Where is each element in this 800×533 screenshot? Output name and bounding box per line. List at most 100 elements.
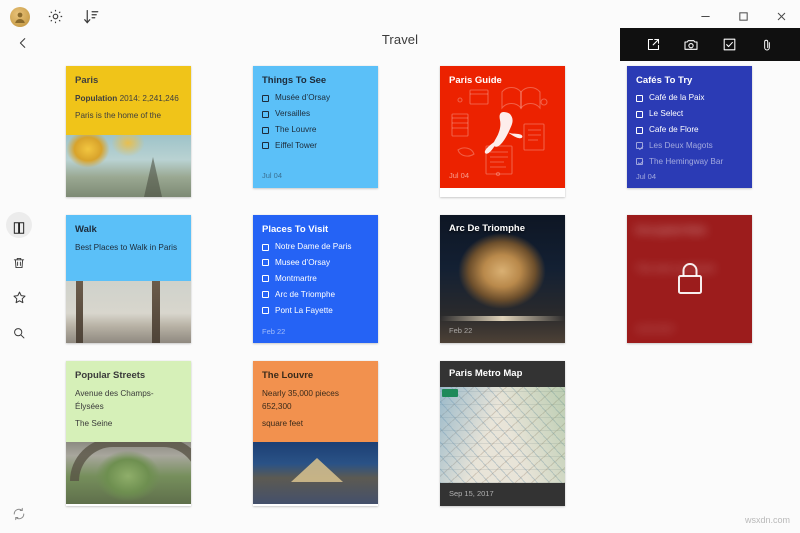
checklist-item[interactable]: Musée d’Orsay <box>262 93 369 103</box>
checkbox-icon[interactable] <box>262 95 269 102</box>
checklist-item[interactable]: Montmartre <box>262 274 369 284</box>
note-card-things-to-see[interactable]: Things To See Musée d’Orsay Versailles T… <box>253 66 378 188</box>
checklist-label: Pont La Fayette <box>275 306 333 316</box>
note-card-header: Things To See Musée d’Orsay Versailles T… <box>253 66 378 165</box>
note-card-header: Popular Streets Avenue des Champs-Élysée… <box>66 361 191 443</box>
note-line-bold: Population <box>75 94 117 103</box>
sidebar-item-search[interactable] <box>0 315 38 350</box>
checkbox-checked-icon[interactable] <box>636 142 643 149</box>
sidebar-item-favorites[interactable] <box>0 280 38 315</box>
note-date: Jul 04 <box>449 171 469 180</box>
note-card-locked[interactable]: Encrypted Note This note is protected Ju… <box>627 215 752 343</box>
title-bar-left-tools <box>0 6 102 28</box>
checklist-item[interactable]: Cafe de Flore <box>636 125 743 135</box>
note-title: Cafés To Try <box>636 75 743 86</box>
notebook-icon <box>12 221 26 235</box>
checklist-label: The Louvre <box>275 125 316 135</box>
checklist-label: Arc de Triomphe <box>275 290 335 300</box>
checkbox-icon[interactable] <box>262 275 269 282</box>
checklist-item[interactable]: Les Deux Magots <box>636 141 743 151</box>
note-line: The Seine <box>75 418 182 431</box>
checklist-note-button[interactable] <box>716 32 742 58</box>
checklist-item[interactable]: Versailles <box>262 109 369 119</box>
note-card-header: Paris Population 2014: 2,241,246 Paris i… <box>66 66 191 135</box>
note-line: Avenue des Champs-Élysées <box>75 388 182 413</box>
note-card-header: The Louvre Nearly 35,000 pieces 652,300 … <box>253 361 378 443</box>
sidebar-item-notebooks[interactable] <box>0 210 38 245</box>
checkbox-icon[interactable] <box>636 95 643 102</box>
gear-icon[interactable] <box>44 6 66 28</box>
note-title: Popular Streets <box>75 370 182 381</box>
note-card-the-louvre[interactable]: The Louvre Nearly 35,000 pieces 652,300 … <box>253 361 378 506</box>
star-icon <box>12 290 27 305</box>
note-title: Places To Visit <box>262 224 369 235</box>
note-card-header: Paris Metro Map <box>440 361 565 387</box>
note-card-cafes-to-try[interactable]: Cafés To Try Café de la Paix Le Select C… <box>627 66 752 188</box>
note-title: Paris Guide <box>449 75 556 86</box>
checklist-item[interactable]: Arc de Triomphe <box>262 290 369 300</box>
note-card-places-to-visit[interactable]: Places To Visit Notre Dame de Paris Muse… <box>253 215 378 343</box>
checklist-label: Les Deux Magots <box>649 141 713 151</box>
note-card-header: Walk Best Places to Walk in Paris <box>66 215 191 281</box>
note-title: Paris <box>75 75 182 86</box>
search-icon <box>12 326 26 340</box>
note-card-header: Places To Visit Notre Dame de Paris Muse… <box>253 215 378 330</box>
checklist-label: Café de la Paix <box>649 93 705 103</box>
checkbox-icon <box>722 37 737 52</box>
checkbox-checked-icon[interactable] <box>636 158 643 165</box>
sync-button[interactable] <box>0 507 38 521</box>
checkbox-icon[interactable] <box>262 307 269 314</box>
note-title: Arc De Triomphe <box>449 223 525 234</box>
note-card-paris-guide[interactable]: Paris Guide Jul 04 <box>440 66 565 197</box>
sub-header: Travel <box>0 28 800 60</box>
checkbox-icon[interactable] <box>262 127 269 134</box>
note-line: Best Places to Walk in Paris <box>75 242 182 255</box>
checklist-label: Versailles <box>275 109 310 119</box>
checkbox-icon[interactable] <box>262 142 269 149</box>
checklist-label: Notre Dame de Paris <box>275 242 351 252</box>
rail-items <box>0 210 38 350</box>
note-photo-paris-street-cafe <box>66 281 191 343</box>
checklist-item[interactable]: Pont La Fayette <box>262 306 369 316</box>
edit-icon <box>646 37 661 52</box>
checkbox-icon[interactable] <box>636 127 643 134</box>
sort-icon[interactable] <box>80 6 102 28</box>
checkbox-icon[interactable] <box>636 111 643 118</box>
note-card-header: Paris Guide Jul 04 <box>440 66 565 188</box>
checklist-label: Le Select <box>649 109 683 119</box>
note-photo-champs-elysees-from-eiffel <box>66 442 191 504</box>
checklist-label: Cafe de Flore <box>649 125 699 135</box>
note-card-paris[interactable]: Paris Population 2014: 2,241,246 Paris i… <box>66 66 191 197</box>
note-card-paris-metro-map[interactable]: Paris Metro Map Sep 15, 2017 <box>440 361 565 506</box>
note-date: Feb 22 <box>262 327 285 336</box>
checklist-item[interactable]: Eiffel Tower <box>262 141 369 151</box>
checkbox-icon[interactable] <box>262 111 269 118</box>
note-create-toolbar <box>620 28 800 61</box>
checkbox-icon[interactable] <box>262 244 269 251</box>
checklist-item[interactable]: Notre Dame de Paris <box>262 242 369 252</box>
note-line: Nearly 35,000 pieces 652,300 <box>262 388 369 413</box>
attachment-note-button[interactable] <box>754 32 780 58</box>
note-card-arc-de-triomphe[interactable]: Arc De Triomphe Feb 22 <box>440 215 565 343</box>
checklist-item[interactable]: The Hemingway Bar <box>636 157 743 167</box>
note-card-walk[interactable]: Walk Best Places to Walk in Paris <box>66 215 191 343</box>
note-card-popular-streets[interactable]: Popular Streets Avenue des Champs-Élysée… <box>66 361 191 506</box>
camera-icon <box>683 37 699 53</box>
checklist-label: Musée d’Orsay <box>275 93 330 103</box>
camera-note-button[interactable] <box>678 32 704 58</box>
new-note-button[interactable] <box>640 32 666 58</box>
checklist-label: Montmartre <box>275 274 317 284</box>
checklist-item[interactable]: The Louvre <box>262 125 369 135</box>
checkbox-icon[interactable] <box>262 291 269 298</box>
avatar[interactable] <box>10 7 30 27</box>
note-photo-arc-de-triomphe-night: Arc De Triomphe Feb 22 <box>440 215 565 343</box>
checklist-item[interactable]: Musee d’Orsay <box>262 258 369 268</box>
note-date: Jul 04 <box>262 171 282 180</box>
sidebar-item-trash[interactable] <box>0 245 38 280</box>
checklist-item[interactable]: Le Select <box>636 109 743 119</box>
note-date: Jul 04 <box>636 172 656 181</box>
checkbox-icon[interactable] <box>262 259 269 266</box>
note-card-header: Cafés To Try Café de la Paix Le Select C… <box>627 66 752 181</box>
note-title: Walk <box>75 224 182 235</box>
checklist-item[interactable]: Café de la Paix <box>636 93 743 103</box>
